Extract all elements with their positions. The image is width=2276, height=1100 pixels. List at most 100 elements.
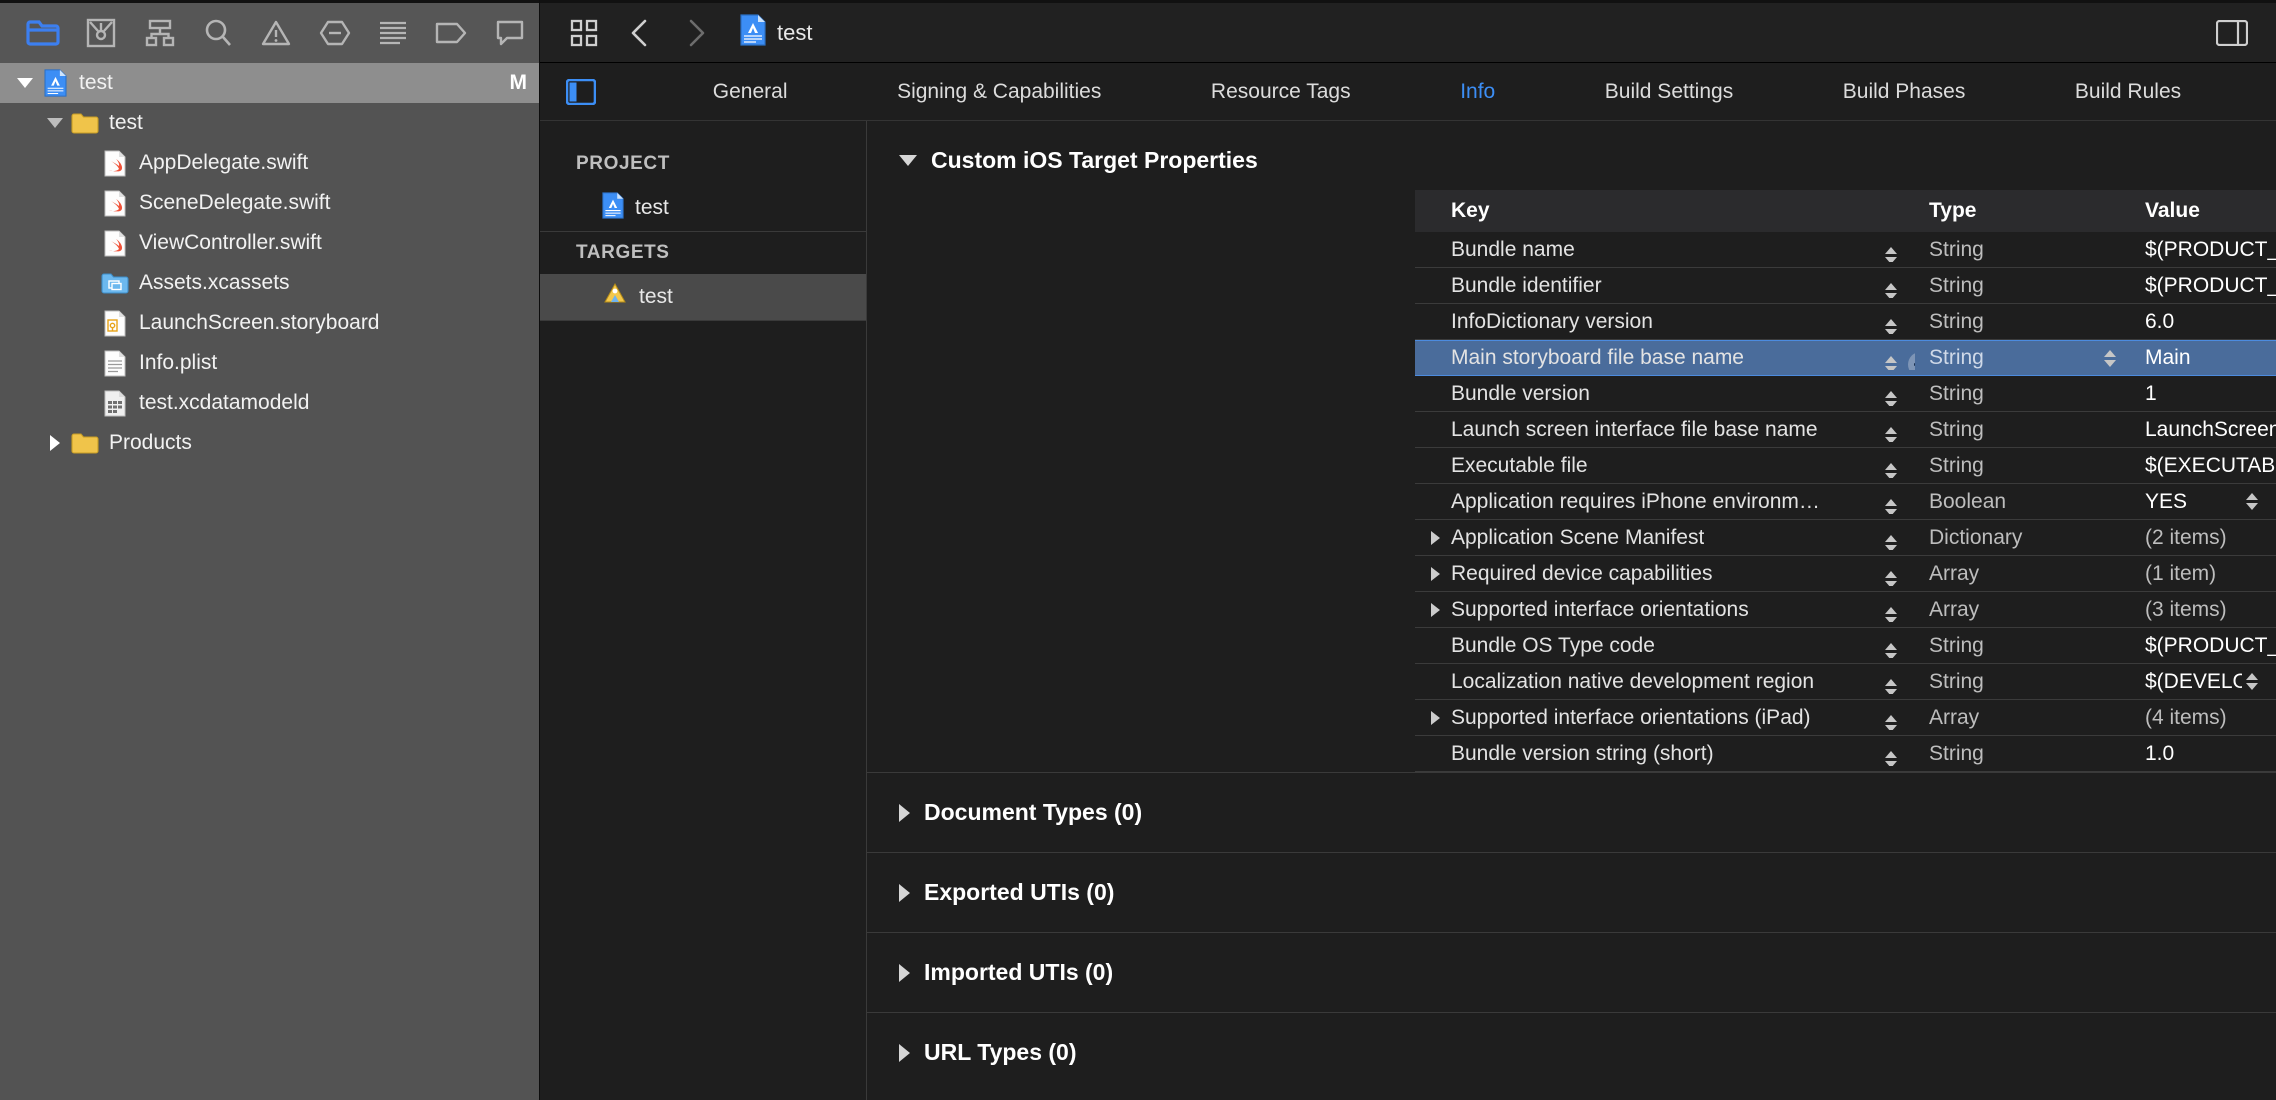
plist-row[interactable]: Bundle identifier String $(PRODUCT_BUNDLE_… (1415, 268, 2276, 304)
source-control-icon[interactable] (72, 10, 130, 56)
plist-value-cell[interactable]: LaunchScreen (2130, 418, 2276, 442)
plist-row[interactable]: Main storyboard file base name String Main (1415, 340, 2276, 376)
plist-type-cell[interactable]: Array (1915, 706, 2130, 730)
disclosure-triangle-right-icon[interactable] (1431, 530, 1447, 545)
plist-key-cell[interactable]: Bundle identifier (1415, 274, 1915, 298)
plist-value-cell[interactable]: 1.0 (2130, 742, 2276, 766)
target-item-test[interactable]: test (540, 274, 866, 320)
plist-value-cell[interactable]: (4 items) (2130, 706, 2276, 730)
plist-type-cell[interactable]: String (1915, 670, 2130, 694)
left-panel-icon[interactable] (554, 72, 608, 112)
key-stepper[interactable] (1881, 712, 1901, 730)
add-row-button[interactable] (1908, 352, 1915, 370)
disclosure-triangle-right-icon[interactable] (899, 1043, 910, 1062)
disclosure-triangle-down-icon[interactable] (42, 118, 68, 128)
plist-value-cell[interactable]: (1 item) (2130, 562, 2276, 586)
plist-row[interactable]: Required device capabilities Array (1 item… (1415, 556, 2276, 592)
disclosure-triangle-right-icon[interactable] (899, 883, 910, 902)
plist-value-cell[interactable]: $(PRODUCT_BUNDLE_IDENT (2130, 274, 2276, 298)
plist-row[interactable]: Bundle OS Type code String $(PRODUCT_BUNDL… (1415, 628, 2276, 664)
disclosure-triangle-down-icon[interactable] (12, 78, 38, 88)
plist-key-cell[interactable]: Bundle name (1415, 238, 1915, 262)
key-stepper[interactable] (1881, 460, 1901, 478)
value-stepper[interactable] (2242, 490, 2262, 514)
report-comment-icon[interactable] (481, 10, 539, 56)
plist-row[interactable]: Application requires iPhone environm… Boo… (1415, 484, 2276, 520)
key-stepper[interactable] (1881, 676, 1901, 694)
issue-warning-icon[interactable] (247, 10, 305, 56)
plist-type-cell[interactable]: String (1915, 634, 2130, 658)
row-add-remove-controls[interactable] (1908, 352, 1915, 370)
disclosure-triangle-down-icon[interactable] (899, 155, 917, 166)
plist-type-cell[interactable]: String (1915, 238, 2130, 262)
plist-key-cell[interactable]: Bundle version (1415, 382, 1915, 406)
plist-type-cell[interactable]: Dictionary (1915, 526, 2130, 550)
tab-resource-tags[interactable]: Resource Tags (1201, 74, 1361, 110)
key-stepper[interactable] (1881, 532, 1901, 550)
navigator-row[interactable]: test M (0, 63, 539, 103)
plist-row[interactable]: Application Scene Manifest Dictionary (2 i… (1415, 520, 2276, 556)
plist-row[interactable]: InfoDictionary version String 6.0 (1415, 304, 2276, 340)
navigator-row[interactable]: ViewController.swift (0, 223, 539, 263)
project-navigator-list[interactable]: test Mtest AppDelegate.swift SceneDelegate.… (0, 63, 539, 1100)
key-stepper[interactable] (1881, 244, 1901, 262)
plist-key-cell[interactable]: Executable file (1415, 454, 1915, 478)
plist-row[interactable]: Bundle name String $(PRODUCT_NAME) (1415, 232, 2276, 268)
plist-key-cell[interactable]: Required device capabilities (1415, 562, 1915, 586)
plist-value-cell[interactable]: YES (2130, 490, 2276, 514)
plist-row[interactable]: Bundle version string (short) String 1.0 (1415, 736, 2276, 772)
plist-type-cell[interactable]: Array (1915, 598, 2130, 622)
disclosure-triangle-right-icon[interactable] (42, 435, 68, 451)
plist-type-cell[interactable]: String (1915, 346, 2130, 370)
section-url-types-0[interactable]: URL Types (0) (867, 1012, 2276, 1092)
tab-signing-capabilities[interactable]: Signing & Capabilities (887, 74, 1111, 110)
plist-type-cell[interactable]: String (1915, 310, 2130, 334)
plist-value-cell[interactable]: $(DEVELOPMENT_LAN… (2130, 670, 2276, 694)
key-stepper[interactable] (1881, 640, 1901, 658)
plist-key-cell[interactable]: Supported interface orientations (iPad) (1415, 706, 1915, 730)
key-stepper[interactable] (1881, 496, 1901, 514)
navigator-row[interactable]: SceneDelegate.swift (0, 183, 539, 223)
plist-row[interactable]: Supported interface orientations Array (3 … (1415, 592, 2276, 628)
key-stepper[interactable] (1881, 280, 1901, 298)
project-item-test[interactable]: test (540, 185, 866, 231)
disclosure-triangle-right-icon[interactable] (899, 803, 910, 822)
chevron-left-icon[interactable] (614, 10, 666, 56)
plist-type-cell[interactable]: String (1915, 418, 2130, 442)
plist-key-cell[interactable]: Bundle version string (short) (1415, 742, 1915, 766)
plist-row[interactable]: Executable file String $(EXECUTABLE_NAME) (1415, 448, 2276, 484)
plist-value-cell[interactable]: Main (2130, 346, 2276, 370)
chevron-right-icon[interactable] (670, 10, 722, 56)
key-stepper[interactable] (1881, 568, 1901, 586)
plist-type-cell[interactable]: String (1915, 454, 2130, 478)
plist-key-cell[interactable]: Application Scene Manifest (1415, 526, 1915, 550)
plist-key-cell[interactable]: Main storyboard file base name (1415, 346, 1915, 370)
navigator-row[interactable]: test (0, 103, 539, 143)
column-header-key[interactable]: Key (1415, 199, 1915, 223)
key-stepper[interactable] (1881, 424, 1901, 442)
section-imported-utis-0[interactable]: Imported UTIs (0) (867, 932, 2276, 1012)
plist-row[interactable]: Launch screen interface file base name St… (1415, 412, 2276, 448)
plist-value-cell[interactable]: $(EXECUTABLE_NAME) (2130, 454, 2276, 478)
plist-key-cell[interactable]: Localization native development region (1415, 670, 1915, 694)
tab-build-settings[interactable]: Build Settings (1595, 74, 1743, 110)
tab-build-rules[interactable]: Build Rules (2065, 74, 2191, 110)
breadcrumb[interactable]: test (740, 14, 812, 51)
plist-value-cell[interactable]: (2 items) (2130, 526, 2276, 550)
column-header-value[interactable]: Value (2130, 199, 2276, 223)
plist-key-cell[interactable]: Launch screen interface file base name (1415, 418, 1915, 442)
disclosure-triangle-right-icon[interactable] (899, 963, 910, 982)
plist-value-cell[interactable]: (3 items) (2130, 598, 2276, 622)
plist-value-cell[interactable]: 6.0 (2130, 310, 2276, 334)
key-stepper[interactable] (1881, 748, 1901, 766)
tab-info[interactable]: Info (1450, 74, 1505, 110)
key-stepper[interactable] (1881, 316, 1901, 334)
section-custom-ios-target-properties[interactable]: Custom iOS Target Properties (867, 121, 2276, 190)
symbol-hierarchy-icon[interactable] (131, 10, 189, 56)
disclosure-triangle-right-icon[interactable] (1431, 566, 1447, 581)
key-stepper[interactable] (1881, 388, 1901, 406)
key-stepper[interactable] (1881, 352, 1901, 370)
disclosure-triangle-right-icon[interactable] (1431, 710, 1447, 725)
key-stepper[interactable] (1881, 604, 1901, 622)
plist-key-cell[interactable]: InfoDictionary version (1415, 310, 1915, 334)
